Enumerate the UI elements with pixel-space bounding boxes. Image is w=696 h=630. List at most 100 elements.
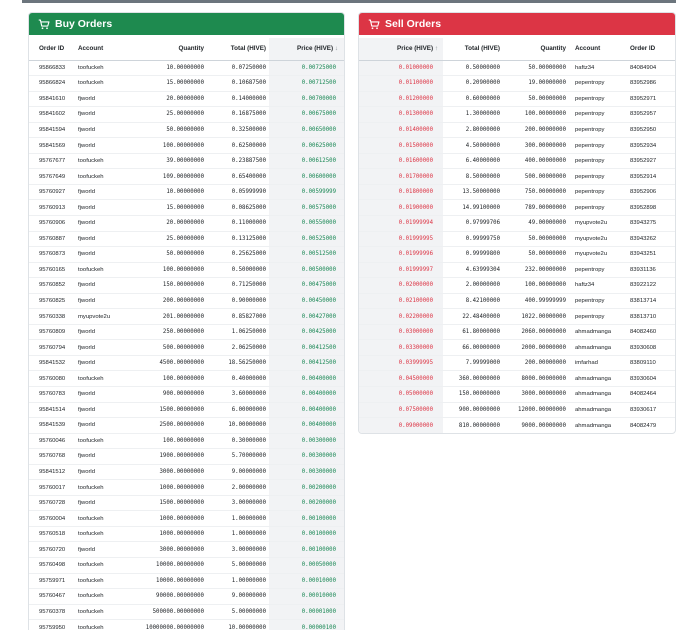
total-cell: 13.50000000 — [443, 183, 503, 200]
buy-order-row[interactable]: 95760794 fjworld 500.00000000 2.06250000 0.0… — [29, 339, 344, 356]
buy-col-order-id[interactable]: Order ID — [29, 38, 75, 61]
buy-order-row[interactable]: 95760017 toofuckeh 1000.00000000 2.00000000… — [29, 479, 344, 496]
quantity-cell: 300.00000000 — [503, 137, 569, 154]
sell-order-row[interactable]: 0.01999995 0.99999750 50.00000000 myupvote2… — [359, 230, 675, 247]
buy-order-row[interactable]: 95841569 fjworld 100.00000000 0.62500000 0.0… — [29, 137, 344, 154]
account-cell: fjworld — [75, 463, 133, 480]
order-id-cell: 95841514 — [29, 401, 75, 418]
buy-order-row[interactable]: 95759971 toofuckeh 10000.00000000 1.0000000… — [29, 572, 344, 589]
account-cell: pepentropy — [569, 75, 627, 92]
sell-order-row[interactable]: 0.01400000 2.80000000 200.00000000 pepentro… — [359, 121, 675, 138]
sell-order-row[interactable]: 0.01300000 1.30000000 100.00000000 pepentro… — [359, 106, 675, 123]
buy-order-row[interactable]: 95866833 toofuckeh 10.00000000 0.07250000 0.… — [29, 59, 344, 76]
sell-order-row[interactable]: 0.05000000 150.00000000 3000.00000000 ahmad… — [359, 385, 675, 403]
quantity-cell: 50.00000000 — [503, 90, 569, 107]
sell-order-row[interactable]: 0.01000000 0.50000000 50.00000000 haftz34 84… — [359, 59, 675, 76]
order-id-cell: 83952898 — [627, 199, 675, 216]
account-cell: toofuckeh — [75, 370, 133, 387]
buy-order-row[interactable]: 95760728 fjworld 1500.00000000 3.00000000 0.… — [29, 494, 344, 511]
buy-order-row[interactable]: 95760338 myupvote2u 201.00000000 0.85827000… — [29, 308, 344, 325]
sell-order-row[interactable]: 0.01900000 14.99100000 789.00000000 pepentr… — [359, 199, 675, 216]
sell-order-row[interactable]: 0.01800000 13.50000000 750.00000000 pepentr… — [359, 183, 675, 200]
sell-order-row[interactable]: 0.03999995 7.99999000 200.00000000 imfarhad… — [359, 354, 675, 371]
sell-order-row[interactable]: 0.01200000 0.60000000 50.00000000 pepentrop… — [359, 90, 675, 107]
buy-col-quantity[interactable]: Quantity — [133, 38, 207, 61]
buy-col-account[interactable]: Account — [75, 38, 133, 61]
buy-order-row[interactable]: 95760720 fjworld 3000.00000000 3.00000000 0.… — [29, 541, 344, 558]
sell-col-total[interactable]: Total (HIVE) — [443, 38, 503, 61]
sell-order-row[interactable]: 0.02000000 2.00000000 100.00000000 haftz34 8… — [359, 277, 675, 294]
sell-order-row[interactable]: 0.02100000 8.42100000 400.99999999 pepentro… — [359, 292, 675, 309]
buy-order-row[interactable]: 95760467 toofuckeh 90000.00000000 9.0000000… — [29, 588, 344, 605]
sell-order-row[interactable]: 0.07500000 900.00000000 12000.00000000 ahma… — [359, 401, 675, 418]
sell-col-order-id[interactable]: Order ID — [627, 38, 675, 61]
buy-order-row[interactable]: 95841602 fjworld 25.00000000 0.16875000 0.00… — [29, 106, 344, 123]
quantity-cell: 3000.00000000 — [133, 463, 207, 480]
buy-order-row[interactable]: 95760906 fjworld 20.00000000 0.11000000 0.00… — [29, 214, 344, 232]
buy-order-row[interactable]: 95760825 fjworld 200.00000000 0.90000000 0.0… — [29, 292, 344, 309]
sell-col-price-label: Price (HIVE) — [397, 45, 434, 53]
sell-order-row[interactable]: 0.01999994 0.97999706 49.00000000 myupvote2… — [359, 214, 675, 232]
buy-order-row[interactable]: 95760518 toofuckeh 1000.00000000 1.00000000… — [29, 525, 344, 542]
buy-order-row[interactable]: 95760887 fjworld 25.00000000 0.13125000 0.00… — [29, 230, 344, 247]
buy-order-row[interactable]: 95760913 fjworld 15.00000000 0.08625000 0.00… — [29, 199, 344, 216]
total-cell: 0.14000000 — [207, 90, 269, 107]
order-id-cell: 83952914 — [627, 168, 675, 185]
buy-order-row[interactable]: 95760927 fjworld 10.00000000 0.05999990 0.00… — [29, 183, 344, 200]
buy-orders-header: Buy Orders — [29, 13, 344, 35]
sell-order-row[interactable]: 0.01999997 4.63999304 232.00000000 pepentro… — [359, 261, 675, 278]
sell-order-row[interactable]: 0.01600000 6.40000000 400.00000000 pepentro… — [359, 152, 675, 169]
price-cell: 0.00100000 — [269, 525, 344, 542]
buy-order-row[interactable]: 95760809 fjworld 250.00000000 1.06250000 0.0… — [29, 323, 344, 340]
sell-order-row[interactable]: 0.01500000 4.50000000 300.00000000 pepentro… — [359, 137, 675, 154]
buy-order-row[interactable]: 95767677 toofuckeh 39.00000000 0.23887500 0.… — [29, 152, 344, 169]
buy-order-row[interactable]: 95760873 fjworld 50.00000000 0.25625000 0.00… — [29, 246, 344, 263]
price-cell: 0.05000000 — [359, 385, 443, 403]
buy-order-row[interactable]: 95760004 toofuckeh 1000.00000000 1.00000000… — [29, 510, 344, 527]
sell-col-quantity[interactable]: Quantity — [503, 38, 569, 61]
buy-order-row[interactable]: 95841610 fjworld 20.00000000 0.14000000 0.00… — [29, 90, 344, 107]
price-cell: 0.00450000 — [269, 292, 344, 309]
sell-orders-title: Sell Orders — [385, 18, 442, 30]
buy-order-row[interactable]: 95841539 fjworld 2500.00000000 10.00000000 0… — [29, 417, 344, 434]
account-cell: toofuckeh — [75, 557, 133, 574]
buy-order-row[interactable]: 95841594 fjworld 50.00000000 0.32500000 0.00… — [29, 121, 344, 138]
total-cell: 9.00000000 — [207, 463, 269, 480]
buy-order-row[interactable]: 95760080 toofuckeh 100.00000000 0.40000000 0… — [29, 370, 344, 387]
sell-order-row[interactable]: 0.01999996 0.99999800 50.00000000 myupvote2… — [359, 246, 675, 263]
order-id-cell: 95760728 — [29, 494, 75, 511]
buy-order-row[interactable]: 95841532 fjworld 4500.00000000 18.56250000 0… — [29, 354, 344, 371]
sell-order-row[interactable]: 0.02200000 22.48400000 1022.00000000 pepent… — [359, 308, 675, 325]
buy-order-row[interactable]: 95760498 toofuckeh 10000.00000000 5.0000000… — [29, 557, 344, 574]
buy-order-row[interactable]: 95841514 fjworld 1500.00000000 6.00000000 0.… — [29, 401, 344, 418]
sell-order-row[interactable]: 0.03300000 66.00000000 2000.00000000 ahmadm… — [359, 339, 675, 356]
sell-col-account[interactable]: Account — [569, 38, 627, 61]
sell-order-row[interactable]: 0.01700000 8.50000000 500.00000000 pepentro… — [359, 168, 675, 185]
order-id-cell: 95841594 — [29, 121, 75, 138]
buy-order-row[interactable]: 95760783 fjworld 900.00000000 3.60000000 0.0… — [29, 385, 344, 403]
quantity-cell: 500.00000000 — [503, 168, 569, 185]
order-id-cell: 95760794 — [29, 339, 75, 356]
sell-order-row[interactable]: 0.09000000 810.00000000 9000.00000000 ahmad… — [359, 417, 675, 433]
cart-icon — [368, 18, 380, 30]
price-cell: 0.00675000 — [269, 106, 344, 123]
sell-order-row[interactable]: 0.03000000 61.80000000 2060.00000000 ahmadm… — [359, 323, 675, 340]
buy-col-total[interactable]: Total (HIVE) — [207, 38, 269, 61]
buy-order-row[interactable]: 95767649 toofuckeh 109.00000000 0.65400000 0… — [29, 168, 344, 185]
buy-order-row[interactable]: 95841512 fjworld 3000.00000000 9.00000000 0.… — [29, 463, 344, 480]
buy-order-row[interactable]: 95760165 toofuckeh 100.00000000 0.50000000 0… — [29, 261, 344, 278]
buy-order-row[interactable]: 95760046 toofuckeh 100.00000000 0.30000000 0… — [29, 432, 344, 449]
order-id-cell: 95759950 — [29, 619, 75, 630]
price-cell: 0.00400000 — [269, 401, 344, 418]
order-id-cell: 95760498 — [29, 557, 75, 574]
buy-order-row[interactable]: 95759950 toofuckeh 10000000.00000000 10.000… — [29, 619, 344, 630]
buy-col-price[interactable]: Price (HIVE) ↓ — [269, 38, 344, 61]
buy-order-row[interactable]: 95866824 toofuckeh 15.00000000 0.10687500 0.… — [29, 75, 344, 92]
sell-order-row[interactable]: 0.01100000 0.20900000 19.00000000 pepentrop… — [359, 75, 675, 92]
buy-order-row[interactable]: 95760378 toofuckeh 500000.00000000 5.000000… — [29, 603, 344, 620]
buy-order-row[interactable]: 95760852 fjworld 150.00000000 0.71250000 0.0… — [29, 277, 344, 294]
sell-col-price[interactable]: Price (HIVE) ↑ — [359, 38, 443, 61]
price-cell: 0.00612500 — [269, 152, 344, 169]
sell-order-row[interactable]: 0.04500000 360.00000000 8000.00000000 ahmad… — [359, 370, 675, 387]
buy-order-row[interactable]: 95760768 fjworld 1900.00000000 5.70000000 0.… — [29, 448, 344, 465]
